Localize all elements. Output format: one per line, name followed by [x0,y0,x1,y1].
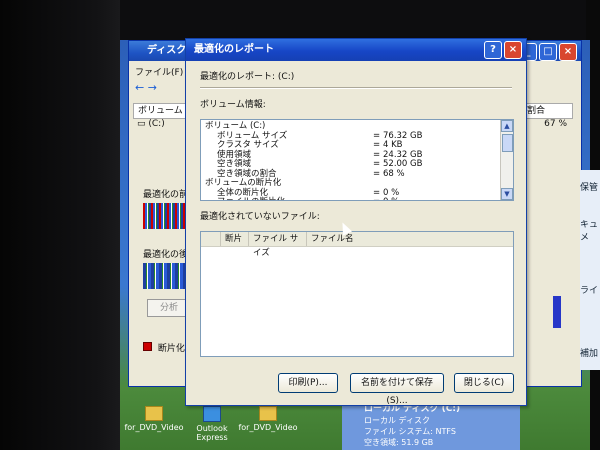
scroll-up-icon[interactable]: ▲ [501,120,513,132]
back-arrow-icon[interactable]: ← [135,81,144,94]
folder-icon [259,406,277,421]
defrag-report-dialog: 最適化のレポート ? × 最適化のレポート: (C:) ボリューム情報: ボリュ… [185,38,527,406]
report-row: ファイルの断片化 =0 % [205,197,513,200]
desktop-icon-label: Outlook Express [196,424,228,442]
free-ratio-value: 67 % [544,119,567,129]
list-header: 断片 ファイル サイズ ファイル名 [201,232,513,258]
volume-info-heading: ボリューム情報: [200,100,266,110]
desktop-icon-dvd-folder-2[interactable]: for_DVD_Video [236,406,300,432]
report-row-label: ファイルの断片化 [217,197,285,200]
after-defrag-bar [143,263,191,289]
unfragmented-files-list[interactable]: 断片 ファイル サイズ ファイル名 [200,231,514,357]
help-button[interactable]: ? [484,41,502,59]
volume-info-report[interactable]: ボリューム (C:) ボリューム サイズ = 76.32 GB クラスタ サイズ = 4 K… [200,119,514,201]
dialog-title: 最適化のレポート [194,44,274,55]
before-defrag-label: 最適化の前 [143,190,189,200]
report-subtitle: 最適化のレポート: (C:) [200,72,295,82]
report-scrollbar[interactable]: ▲ ▼ [500,120,513,200]
divider [200,87,512,89]
fragmented-color-swatch [143,342,152,351]
report-row-equals: = [373,168,381,179]
volume-list-item[interactable]: ▭ (C:) [137,119,165,129]
report-row-equals: = [373,197,380,200]
scroll-down-icon[interactable]: ▼ [501,188,513,200]
dialog-titlebar[interactable]: 最適化のレポート ? × [186,39,526,61]
outlook-express-icon [203,406,221,422]
report-row-value: 0 % [383,197,399,200]
report-row: 使用領域 = 24.32 GB [205,150,513,161]
column-file-name[interactable]: ファイル名 [307,232,513,246]
maximize-button[interactable]: □ [539,43,557,61]
after-defrag-label: 最適化の後 [143,250,189,260]
print-button[interactable]: 印刷(P)... [278,373,338,393]
before-defrag-bar [143,203,191,229]
after-bar-fragment [553,296,561,328]
list-header-spacer [201,232,221,246]
monitor-bezel-left [0,0,120,450]
details-free-space: 空き領域: 51.9 GB [364,438,434,447]
drive-icon: ▭ [137,119,146,129]
desktop-icon-label: for_DVD_Video [238,423,298,432]
panel-text-3: ライ [580,286,599,296]
close-button[interactable]: × [559,43,577,61]
details-filesystem: ファイル システム: NTFS [364,427,456,436]
report-row-value: 68 % [383,168,405,179]
column-fragments[interactable]: 断片 [221,232,249,246]
desktop-icon-label: for_DVD_Video [124,423,184,432]
desktop-icon-outlook-express[interactable]: Outlook Express [180,406,244,442]
toolbar-nav-icons[interactable]: ← → [135,81,185,95]
menu-file[interactable]: ファイル(F) [135,65,183,78]
panel-text-2: キュメ [580,220,599,243]
dialog-footer: 印刷(P)... 名前を付けて保存(S)... 閉じる(C) [186,373,526,406]
desktop-icon-dvd-folder-1[interactable]: for_DVD_Video [122,406,186,432]
panel-text-1: 保管 [580,183,599,193]
close-button[interactable]: 閉じる(C) [454,373,514,393]
column-file-size[interactable]: ファイル サイズ [249,232,307,258]
volume-label: (C:) [148,119,165,129]
unfragmented-files-heading: 最適化されていないファイル: [200,212,320,222]
explorer-side-panel: 保管 キュメ ライ 補加 [580,170,600,370]
folder-icon [145,406,163,421]
panel-text-4: 補加 [580,349,599,359]
forward-arrow-icon[interactable]: → [148,81,157,94]
details-type: ローカル ディスク [364,416,430,425]
scroll-thumb[interactable] [502,134,513,152]
dialog-close-x-button[interactable]: × [504,41,522,59]
save-as-button[interactable]: 名前を付けて保存(S)... [350,373,444,406]
report-row: クラスタ サイズ = 4 KB [205,140,513,151]
